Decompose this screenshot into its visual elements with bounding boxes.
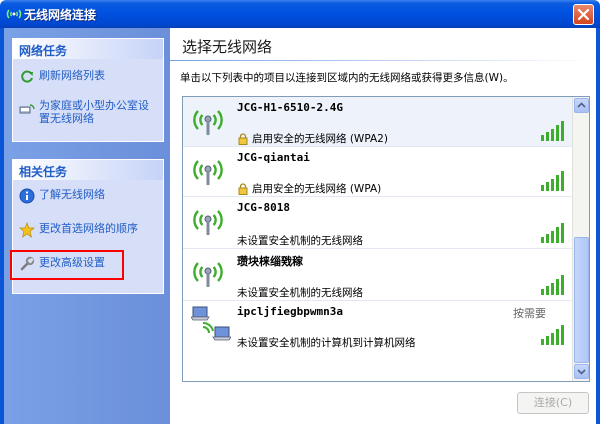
network-status: 未设置安全机制的无线网络 <box>237 285 363 300</box>
refresh-icon <box>21 70 33 83</box>
security-text: 启用安全的无线网络 (WPA) <box>252 183 382 195</box>
wireless-icon <box>6 9 22 19</box>
window-title: 无线网络连接 <box>24 8 97 22</box>
security-text: 未设置安全机制的计算机到计算机网络 <box>237 337 416 349</box>
task-label: 为家庭或小型办公室设置无线网络 <box>39 99 149 125</box>
signal-strength-icon <box>541 325 564 345</box>
task-label: 刷新网络列表 <box>39 69 105 82</box>
signal-strength-icon <box>541 121 564 141</box>
home-network-icon <box>19 104 35 114</box>
divider <box>170 60 596 61</box>
network-status: 启用安全的无线网络 (WPA) <box>237 181 381 196</box>
task-pane: 网络任务 刷新网络列表 为家庭或小型办公室设置无线网络 相关任务 了解无线网络 … <box>4 28 170 424</box>
network-name: ipcljfiegbpwmn3a <box>237 305 343 318</box>
related-tasks-title: 相关任务 <box>13 160 163 180</box>
network-list[interactable]: JCG-H1-6510-2.4G 启用安全的无线网络 (WPA2) JCG-qi… <box>182 96 590 382</box>
setup-home-network-link[interactable]: 为家庭或小型办公室设置无线网络 <box>19 99 159 125</box>
network-status: 未设置安全机制的计算机到计算机网络 <box>237 335 416 350</box>
signal-strength-icon <box>541 171 564 191</box>
learn-wireless-link[interactable]: 了解无线网络 <box>19 188 105 204</box>
wireless-antenna-icon <box>193 262 223 287</box>
wireless-antenna-icon <box>193 160 223 185</box>
network-row[interactable]: 瓒块梾缁戣稼 未设置安全机制的无线网络 <box>183 249 572 301</box>
info-icon <box>19 188 35 204</box>
scroll-down-button[interactable] <box>574 364 589 379</box>
network-status: 启用安全的无线网络 (WPA2) <box>237 131 388 146</box>
network-row[interactable]: JCG-8018 未设置安全机制的无线网络 <box>183 197 572 249</box>
network-name: JCG-H1-6510-2.4G <box>237 101 343 114</box>
network-status: 未设置安全机制的无线网络 <box>237 233 363 248</box>
wireless-antenna-icon <box>193 110 223 135</box>
signal-strength-icon <box>541 223 564 243</box>
scroll-up-button[interactable] <box>574 98 589 113</box>
security-text: 未设置安全机制的无线网络 <box>237 287 363 299</box>
signal-strength-icon <box>541 275 564 295</box>
on-demand-label: 按需要 <box>513 307 546 320</box>
instructions-text: 单击以下列表中的项目以连接到区域内的无线网络或获得更多信息(W)。 <box>180 72 514 84</box>
refresh-network-list-link[interactable]: 刷新网络列表 <box>19 69 105 85</box>
task-label: 了解无线网络 <box>39 188 105 201</box>
network-row[interactable]: JCG-H1-6510-2.4G 启用安全的无线网络 (WPA2) <box>183 97 572 147</box>
close-icon <box>577 8 590 21</box>
network-name: JCG-8018 <box>237 201 290 214</box>
star-icon <box>19 222 35 238</box>
network-tasks-title: 网络任务 <box>13 39 163 59</box>
chevron-down-icon <box>577 369 586 375</box>
connect-button[interactable]: 连接(C) <box>517 392 589 414</box>
network-row[interactable]: ipcljfiegbpwmn3a 按需要 未设置安全机制的计算机到计算机网络 <box>183 301 572 357</box>
wireless-antenna-icon <box>193 210 223 235</box>
security-text: 启用安全的无线网络 (WPA2) <box>252 133 388 145</box>
computer-to-computer-icon <box>191 306 231 341</box>
window-frame-right <box>596 28 600 424</box>
network-row[interactable]: JCG-qiantai 启用安全的无线网络 (WPA) <box>183 147 572 197</box>
change-preferred-order-link[interactable]: 更改首选网络的顺序 <box>19 222 138 238</box>
network-tasks-box: 网络任务 刷新网络列表 为家庭或小型办公室设置无线网络 <box>12 38 164 142</box>
security-text: 未设置安全机制的无线网络 <box>237 235 363 247</box>
lock-icon <box>238 182 248 195</box>
main-panel: 选择无线网络 单击以下列表中的项目以连接到区域内的无线网络或获得更多信息(W)。… <box>170 28 596 424</box>
title-bar: 无线网络连接 <box>0 0 600 28</box>
chevron-up-icon <box>577 102 586 108</box>
scroll-thumb[interactable] <box>574 237 589 363</box>
network-name: JCG-qiantai <box>237 151 310 164</box>
network-name: 瓒块梾缁戣稼 <box>237 255 303 268</box>
task-label: 更改首选网络的顺序 <box>39 222 138 235</box>
lock-icon <box>238 132 248 145</box>
vertical-scrollbar[interactable] <box>572 97 589 381</box>
close-button[interactable] <box>573 4 594 25</box>
page-title: 选择无线网络 <box>182 38 273 56</box>
highlight-frame <box>10 250 124 280</box>
